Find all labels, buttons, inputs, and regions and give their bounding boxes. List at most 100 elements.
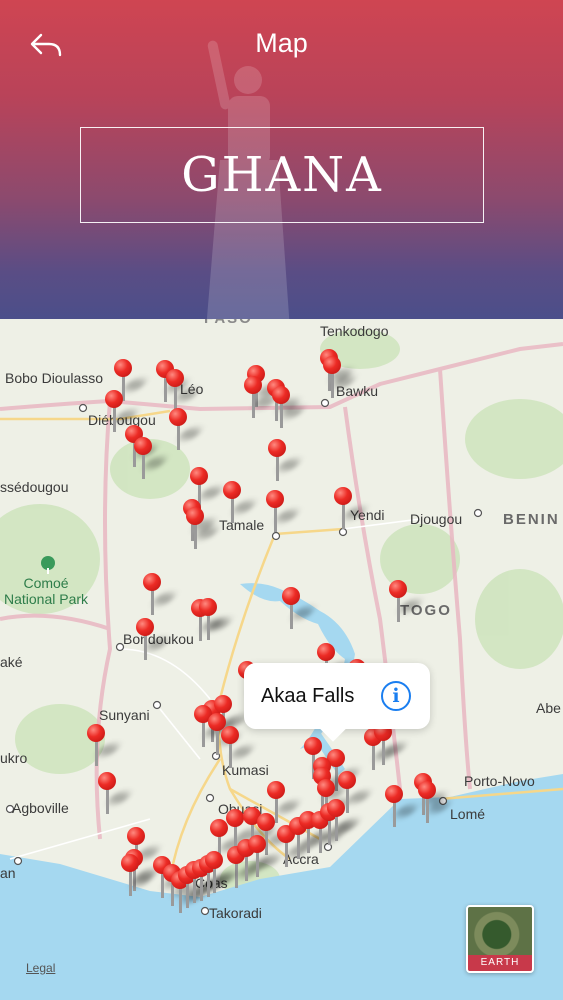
- map-pin[interactable]: [205, 851, 240, 895]
- page-title: Map: [255, 28, 308, 58]
- pin-head-icon: [389, 580, 407, 598]
- map-pin[interactable]: [87, 724, 122, 768]
- map-pin[interactable]: [389, 580, 424, 624]
- pin-head-icon: [87, 724, 105, 742]
- pin-needle: [382, 737, 385, 765]
- map-label-djougou: Djougou: [410, 511, 463, 527]
- map-callout[interactable]: Akaa Falls i: [244, 663, 430, 729]
- map-label-essedougou: ssédougou: [0, 479, 69, 495]
- pin-head-icon: [244, 376, 262, 394]
- map-pin[interactable]: [385, 785, 420, 829]
- map-pin[interactable]: [166, 369, 201, 413]
- pin-head-icon: [114, 359, 132, 377]
- pin-head-icon: [317, 779, 335, 797]
- map-pin[interactable]: [334, 487, 369, 531]
- pin-head-icon: [105, 390, 123, 408]
- pin-head-icon: [190, 467, 208, 485]
- map-label-benin: BENIN: [503, 511, 560, 528]
- map-pin[interactable]: [244, 376, 279, 420]
- pin-needle: [229, 740, 232, 768]
- map-pin[interactable]: [248, 835, 283, 879]
- pin-needle: [194, 521, 197, 549]
- pin-head-icon: [121, 854, 139, 872]
- pin-needle: [252, 390, 255, 418]
- pin-head-icon: [223, 481, 241, 499]
- pin-head-icon: [143, 573, 161, 591]
- info-icon[interactable]: i: [381, 681, 411, 711]
- map-pin[interactable]: [323, 356, 358, 400]
- pin-head-icon: [134, 437, 152, 455]
- pin-head-icon: [267, 781, 285, 799]
- map-pin[interactable]: [268, 439, 303, 483]
- map-label-agboville: Agboville: [12, 800, 69, 816]
- pin-head-icon: [304, 737, 322, 755]
- park-name-line-2: National Park: [4, 591, 89, 607]
- map-label-abe: Abe: [536, 700, 561, 716]
- map-pin[interactable]: [374, 723, 409, 767]
- pin-head-icon: [418, 781, 436, 799]
- satellite-thumbnail: [468, 907, 532, 957]
- map-label-porto-novo: Porto-Novo: [464, 773, 535, 789]
- pin-head-icon: [214, 695, 232, 713]
- pin-head-icon: [282, 587, 300, 605]
- pin-needle: [274, 504, 277, 532]
- map-pin[interactable]: [143, 573, 178, 617]
- pin-needle: [280, 400, 283, 428]
- map-pin[interactable]: [221, 726, 256, 770]
- pin-needle: [213, 865, 216, 893]
- map-pin[interactable]: [199, 598, 234, 642]
- map-pin[interactable]: [282, 587, 317, 631]
- map-label-bobo-dioulasso: Bobo Dioulasso: [5, 370, 104, 386]
- pin-head-icon: [221, 726, 239, 744]
- map-pin[interactable]: [136, 618, 171, 662]
- pin-needle: [307, 825, 310, 853]
- map-pin[interactable]: [134, 437, 169, 481]
- map-pin[interactable]: [186, 507, 221, 551]
- map-pin[interactable]: [98, 772, 133, 816]
- map-label-ake: aké: [0, 654, 23, 670]
- earth-view-button[interactable]: EARTH: [466, 905, 534, 973]
- map-label-tenkodogo: Tenkodogo: [320, 323, 389, 339]
- pin-needle: [106, 786, 109, 814]
- pin-needle: [285, 839, 288, 867]
- pin-head-icon: [385, 785, 403, 803]
- pin-head-icon: [226, 809, 244, 827]
- pin-head-icon: [199, 598, 217, 616]
- pin-head-icon: [317, 643, 335, 661]
- pin-needle: [342, 501, 345, 529]
- map-pin[interactable]: [105, 390, 140, 434]
- map-label-lome: Lomé: [450, 806, 486, 822]
- country-banner: GHANA: [80, 127, 484, 223]
- pin-needle: [397, 594, 400, 622]
- map-label-sunyani: Sunyani: [99, 707, 150, 723]
- legal-link[interactable]: Legal: [26, 961, 55, 975]
- pin-head-icon: [186, 507, 204, 525]
- pin-head-icon: [268, 439, 286, 457]
- country-name: GHANA: [181, 147, 383, 203]
- pin-needle: [216, 727, 219, 755]
- map-pin[interactable]: [327, 799, 362, 843]
- map-pin[interactable]: [272, 386, 307, 430]
- pin-head-icon: [127, 827, 145, 845]
- pin-needle: [177, 422, 180, 450]
- pin-needle: [346, 785, 349, 813]
- map-view[interactable]: FASO Tenkodogo Bobo Dioulasso Léo Bawku …: [0, 319, 563, 1000]
- pin-needle: [207, 612, 210, 640]
- pin-needle: [276, 453, 279, 481]
- pin-needle: [129, 868, 132, 896]
- pin-needle: [275, 795, 278, 823]
- pin-needle: [151, 587, 154, 615]
- map-label-takoradi: Takoradi: [209, 905, 262, 921]
- map-pin[interactable]: [266, 490, 301, 534]
- pin-head-icon: [272, 386, 290, 404]
- pin-head-icon: [266, 490, 284, 508]
- map-pin[interactable]: [169, 408, 204, 452]
- pin-head-icon: [338, 771, 356, 789]
- pin-head-icon: [136, 618, 154, 636]
- map-label-faso: FASO: [204, 319, 253, 327]
- map-pin[interactable]: [223, 481, 258, 525]
- map-pin[interactable]: [121, 854, 156, 898]
- map-pin[interactable]: [418, 781, 453, 825]
- pin-needle: [174, 383, 177, 411]
- pin-needle: [290, 601, 293, 629]
